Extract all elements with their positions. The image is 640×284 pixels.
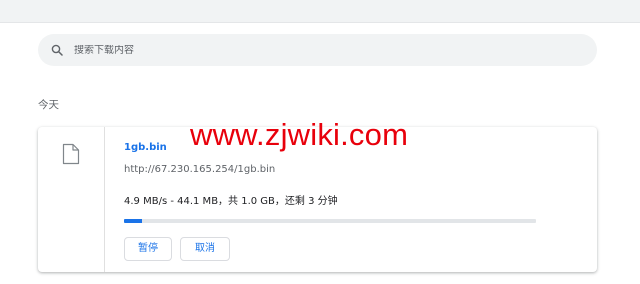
- watermark-text: www.zjwiki.com: [190, 117, 409, 152]
- download-status-text: 4.9 MB/s - 44.1 MB，共 1.0 GB，还剩 3 分钟: [124, 196, 338, 207]
- download-progress-fill: [124, 219, 143, 223]
- download-progress-bar: [124, 219, 536, 223]
- pause-button[interactable]: 暂停: [124, 237, 172, 261]
- top-toolbar-strip: [0, 0, 640, 23]
- date-section-heading: 今天: [38, 99, 59, 111]
- source-url-link[interactable]: http://67.230.165.254/1gb.bin: [124, 164, 275, 175]
- file-icon: [62, 143, 80, 169]
- search-bar[interactable]: [38, 34, 597, 66]
- search-input[interactable]: [74, 44, 554, 56]
- cancel-button[interactable]: 取消: [180, 237, 230, 261]
- file-name-link[interactable]: 1gb.bin: [124, 142, 167, 153]
- search-icon[interactable]: [50, 43, 64, 57]
- file-icon-column: [38, 127, 105, 272]
